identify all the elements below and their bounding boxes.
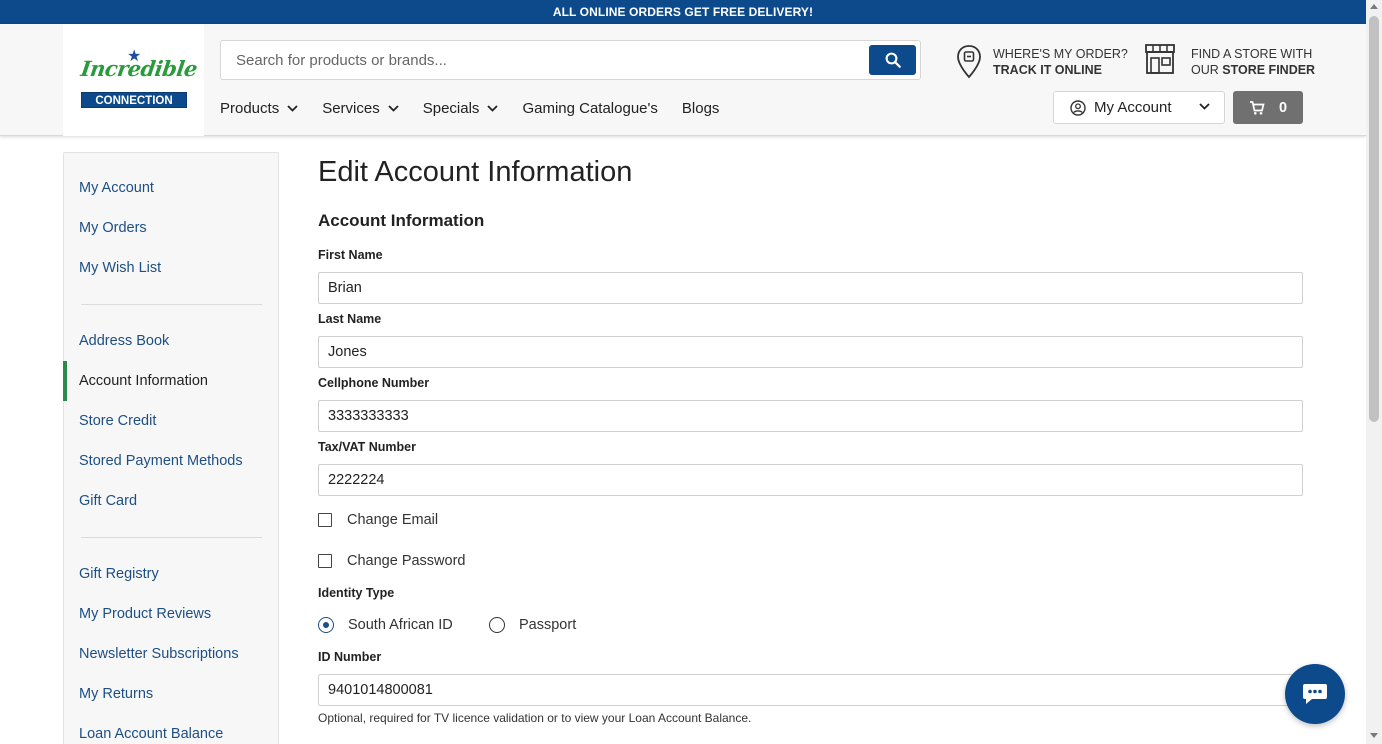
scroll-thumb[interactable]	[1369, 16, 1379, 422]
sidebar-item-gift-card[interactable]: Gift Card	[79, 493, 137, 509]
chevron-down-icon	[388, 104, 399, 112]
section-title: Account Information	[318, 211, 485, 230]
last-name-input[interactable]	[318, 336, 1303, 368]
store-line1: FIND A STORE WITH	[1191, 47, 1313, 61]
radio-selected-indicator	[318, 617, 334, 633]
first-name-input[interactable]	[318, 272, 1303, 304]
sidebar-divider	[81, 304, 262, 305]
sidebar-divider	[81, 537, 262, 538]
cellphone-input[interactable]	[318, 400, 1303, 432]
page-title: Edit Account Information	[318, 156, 633, 188]
account-sidebar: My Account My Orders My Wish List Addres…	[63, 152, 279, 744]
nav-gaming-catalogue[interactable]: Gaming Catalogue's	[522, 98, 657, 118]
cart-icon	[1249, 100, 1265, 115]
track-order-text: WHERE'S MY ORDER? TRACK IT ONLINE	[993, 46, 1128, 78]
radio-passport-label: Passport	[519, 617, 577, 633]
radio-unselected-indicator	[489, 617, 505, 633]
sidebar-item-my-wish-list[interactable]: My Wish List	[79, 260, 161, 276]
track-line1: WHERE'S MY ORDER?	[993, 47, 1128, 61]
sidebar-active-indicator	[63, 361, 67, 401]
nav-products[interactable]: Products	[220, 98, 298, 118]
change-email-checkbox[interactable]: Change Email	[318, 512, 438, 528]
change-email-label: Change Email	[347, 512, 439, 528]
my-account-dropdown[interactable]: My Account	[1053, 91, 1225, 124]
promo-banner: ALL ONLINE ORDERS GET FREE DELIVERY!	[0, 0, 1366, 24]
sidebar-item-account-information[interactable]: Account Information	[79, 373, 208, 389]
radio-south-african-id[interactable]: South African ID	[318, 617, 453, 633]
store-finder-link[interactable]: FIND A STORE WITH OUR STORE FINDER	[1143, 42, 1315, 82]
id-number-label: ID Number	[318, 650, 382, 664]
id-number-note: Optional, required for TV licence valida…	[318, 711, 752, 725]
sidebar-item-loan-account-balance[interactable]: Loan Account Balance	[79, 726, 223, 742]
logo-script-text: Incredible	[79, 56, 199, 81]
sidebar-item-my-product-reviews[interactable]: My Product Reviews	[79, 606, 211, 622]
sidebar-item-address-book[interactable]: Address Book	[79, 333, 169, 349]
search-button[interactable]	[869, 45, 916, 75]
track-line2: TRACK IT ONLINE	[993, 63, 1103, 77]
location-pin-icon	[957, 45, 981, 79]
storefront-icon	[1145, 44, 1175, 74]
search-bar	[220, 40, 921, 80]
cellphone-label: Cellphone Number	[318, 376, 430, 390]
tax-vat-input[interactable]	[318, 464, 1303, 496]
sidebar-item-store-credit[interactable]: Store Credit	[79, 413, 156, 429]
id-number-input[interactable]	[318, 674, 1303, 706]
nav-specials[interactable]: Specials	[423, 98, 499, 118]
chevron-down-icon	[487, 104, 499, 112]
last-name-label: Last Name	[318, 312, 382, 326]
checkbox-box	[318, 554, 332, 568]
cart-count: 0	[1278, 99, 1288, 116]
sidebar-item-newsletter-subscriptions[interactable]: Newsletter Subscriptions	[79, 646, 239, 662]
site-header: ★ Incredible CONNECTION WHERE'S MY ORDER…	[0, 24, 1366, 136]
logo-plate-text: CONNECTION	[81, 92, 187, 108]
track-order-link[interactable]: WHERE'S MY ORDER? TRACK IT ONLINE	[955, 42, 1128, 82]
sidebar-item-my-account[interactable]: My Account	[79, 180, 154, 196]
scroll-down-arrow[interactable]	[1370, 733, 1378, 738]
sidebar-item-gift-registry[interactable]: Gift Registry	[79, 566, 159, 582]
change-password-label: Change Password	[347, 553, 466, 569]
tax-vat-label: Tax/VAT Number	[318, 440, 416, 454]
chat-button[interactable]	[1285, 664, 1345, 724]
nav-blogs[interactable]: Blogs	[682, 98, 720, 118]
scroll-up-arrow[interactable]	[1370, 4, 1378, 9]
search-icon	[885, 52, 901, 68]
sidebar-item-my-orders[interactable]: My Orders	[79, 220, 147, 236]
user-circle-icon	[1070, 99, 1086, 116]
chevron-down-icon	[1199, 103, 1210, 110]
search-input[interactable]	[221, 41, 861, 79]
chat-bubble-icon	[1303, 684, 1327, 704]
change-password-checkbox[interactable]: Change Password	[318, 553, 466, 569]
page-scrollbar[interactable]	[1366, 0, 1382, 744]
radio-passport[interactable]: Passport	[489, 617, 576, 633]
store-finder-text: FIND A STORE WITH OUR STORE FINDER	[1191, 46, 1315, 78]
first-name-label: First Name	[318, 248, 383, 262]
cart-button[interactable]: 0	[1233, 91, 1303, 124]
radio-south-african-id-label: South African ID	[348, 617, 453, 633]
sidebar-item-my-returns[interactable]: My Returns	[79, 686, 153, 702]
sidebar-item-stored-payment-methods[interactable]: Stored Payment Methods	[79, 453, 243, 469]
main-nav: Products Services Specials Gaming Catalo…	[220, 98, 743, 118]
my-account-label: My Account	[1094, 99, 1172, 116]
logo[interactable]: ★ Incredible CONNECTION	[63, 24, 204, 136]
checkbox-box	[318, 513, 332, 527]
chevron-down-icon	[287, 104, 298, 112]
store-line2: OUR STORE FINDER	[1191, 63, 1316, 77]
nav-services[interactable]: Services	[322, 98, 399, 118]
identity-type-label: Identity Type	[318, 586, 395, 600]
